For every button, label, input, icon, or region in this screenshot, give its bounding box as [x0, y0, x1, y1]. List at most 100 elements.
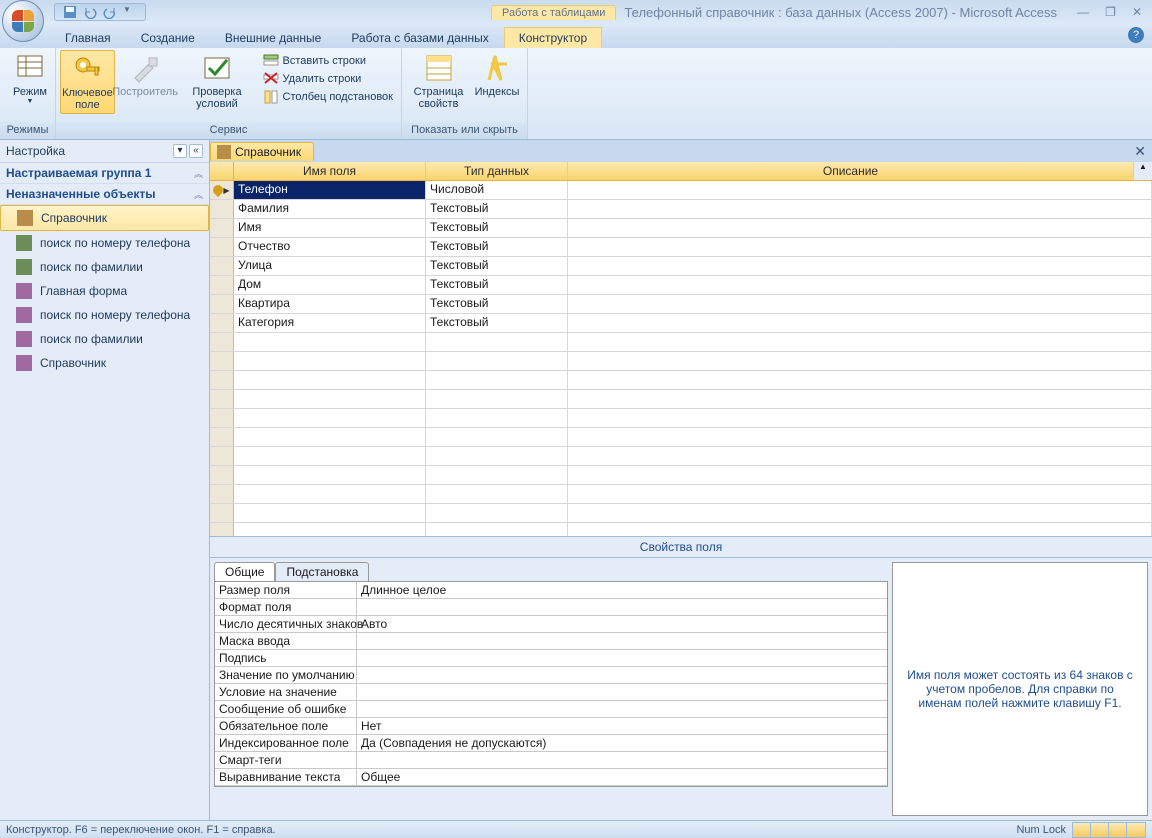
field-name-cell[interactable]: [234, 447, 426, 465]
field-name-cell[interactable]: Категория: [234, 314, 426, 332]
property-row[interactable]: Сообщение об ошибке: [215, 701, 887, 718]
description-cell[interactable]: [568, 181, 1152, 199]
nav-collapse-icon[interactable]: «: [189, 144, 203, 158]
data-type-cell[interactable]: [426, 333, 568, 351]
data-type-cell[interactable]: Текстовый: [426, 295, 568, 313]
table-row[interactable]: КвартираТекстовый: [210, 295, 1152, 314]
description-cell[interactable]: [568, 314, 1152, 332]
description-cell[interactable]: [568, 428, 1152, 446]
property-row[interactable]: Условие на значение: [215, 684, 887, 701]
table-row[interactable]: [210, 523, 1152, 536]
description-cell[interactable]: [568, 219, 1152, 237]
table-row[interactable]: ОтчествоТекстовый: [210, 238, 1152, 257]
row-selector[interactable]: [210, 428, 234, 446]
field-name-cell[interactable]: Отчество: [234, 238, 426, 256]
row-selector[interactable]: [210, 390, 234, 408]
field-name-cell[interactable]: Улица: [234, 257, 426, 275]
nav-group-unassigned[interactable]: Неназначенные объекты︽: [0, 184, 209, 205]
table-row[interactable]: [210, 485, 1152, 504]
description-cell[interactable]: [568, 333, 1152, 351]
description-cell[interactable]: [568, 523, 1152, 536]
column-header-datatype[interactable]: Тип данных: [426, 162, 568, 180]
row-selector[interactable]: [210, 466, 234, 484]
table-row[interactable]: ТелефонЧисловой: [210, 181, 1152, 200]
nav-item[interactable]: Главная форма: [0, 279, 209, 303]
property-row[interactable]: Число десятичных знаковАвто: [215, 616, 887, 633]
property-value[interactable]: Авто: [357, 616, 887, 632]
nav-item[interactable]: Справочник: [0, 205, 209, 231]
document-close-button[interactable]: ✕: [1128, 143, 1152, 160]
column-header-fieldname[interactable]: Имя поля: [234, 162, 426, 180]
row-selector[interactable]: [210, 333, 234, 351]
property-row[interactable]: Выравнивание текстаОбщее: [215, 769, 887, 786]
description-cell[interactable]: [568, 409, 1152, 427]
builder-button[interactable]: Построитель: [115, 50, 176, 100]
data-type-cell[interactable]: [426, 428, 568, 446]
nav-group-custom[interactable]: Настраиваемая группа 1︽: [0, 163, 209, 184]
description-cell[interactable]: [568, 200, 1152, 218]
field-name-cell[interactable]: Фамилия: [234, 200, 426, 218]
row-selector[interactable]: [210, 504, 234, 522]
primary-key-button[interactable]: Ключевое поле: [60, 50, 115, 114]
qat-dropdown-icon[interactable]: ▼: [123, 5, 137, 19]
redo-icon[interactable]: [103, 5, 117, 19]
property-value[interactable]: [357, 650, 887, 666]
property-sheet-button[interactable]: Страница свойств: [406, 50, 471, 112]
indexes-button[interactable]: Индексы: [471, 50, 523, 100]
view-switcher[interactable]: [1072, 822, 1146, 838]
field-name-cell[interactable]: [234, 390, 426, 408]
property-row[interactable]: Смарт-теги: [215, 752, 887, 769]
field-name-cell[interactable]: [234, 523, 426, 536]
nav-item[interactable]: Справочник: [0, 351, 209, 375]
minimize-button[interactable]: —: [1075, 5, 1091, 19]
property-row[interactable]: Подпись: [215, 650, 887, 667]
property-row[interactable]: Формат поля: [215, 599, 887, 616]
test-rules-button[interactable]: Проверка условий: [175, 50, 258, 112]
description-cell[interactable]: [568, 295, 1152, 313]
data-type-cell[interactable]: [426, 504, 568, 522]
field-name-cell[interactable]: [234, 352, 426, 370]
data-type-cell[interactable]: [426, 409, 568, 427]
property-value[interactable]: Да (Совпадения не допускаются): [357, 735, 887, 751]
table-row[interactable]: [210, 352, 1152, 371]
table-row[interactable]: [210, 333, 1152, 352]
property-value[interactable]: Общее: [357, 769, 887, 785]
row-selector[interactable]: [210, 485, 234, 503]
row-selector[interactable]: [210, 200, 234, 218]
tab-create[interactable]: Создание: [126, 27, 210, 48]
data-type-cell[interactable]: Текстовый: [426, 276, 568, 294]
field-name-cell[interactable]: Квартира: [234, 295, 426, 313]
table-row[interactable]: УлицаТекстовый: [210, 257, 1152, 276]
description-cell[interactable]: [568, 390, 1152, 408]
table-row[interactable]: КатегорияТекстовый: [210, 314, 1152, 333]
nav-pane-header[interactable]: Настройка ▾«: [0, 140, 209, 163]
tab-external[interactable]: Внешние данные: [210, 27, 337, 48]
field-name-cell[interactable]: [234, 485, 426, 503]
property-value[interactable]: [357, 633, 887, 649]
prop-tab-general[interactable]: Общие: [214, 562, 275, 581]
field-name-cell[interactable]: [234, 371, 426, 389]
office-button[interactable]: [2, 0, 48, 46]
description-cell[interactable]: [568, 352, 1152, 370]
table-row[interactable]: [210, 447, 1152, 466]
nav-item[interactable]: поиск по фамилии: [0, 327, 209, 351]
column-header-description[interactable]: Описание: [568, 162, 1134, 180]
data-type-cell[interactable]: Текстовый: [426, 314, 568, 332]
lookup-column-button[interactable]: Столбец подстановок: [259, 88, 397, 106]
tab-design[interactable]: Конструктор: [504, 27, 602, 48]
row-selector[interactable]: [210, 447, 234, 465]
data-type-cell[interactable]: [426, 523, 568, 536]
data-type-cell[interactable]: [426, 352, 568, 370]
nav-item[interactable]: поиск по номеру телефона: [0, 231, 209, 255]
row-selector[interactable]: [210, 371, 234, 389]
data-type-cell[interactable]: Текстовый: [426, 257, 568, 275]
row-selector[interactable]: [210, 219, 234, 237]
help-icon[interactable]: ?: [1128, 27, 1144, 43]
data-type-cell[interactable]: [426, 485, 568, 503]
property-value[interactable]: [357, 752, 887, 768]
data-type-cell[interactable]: Числовой: [426, 181, 568, 199]
view-button[interactable]: Режим ▼: [4, 50, 56, 107]
document-tab[interactable]: Справочник: [210, 142, 314, 161]
restore-button[interactable]: ❐: [1103, 5, 1118, 19]
row-selector-header[interactable]: [210, 162, 234, 180]
